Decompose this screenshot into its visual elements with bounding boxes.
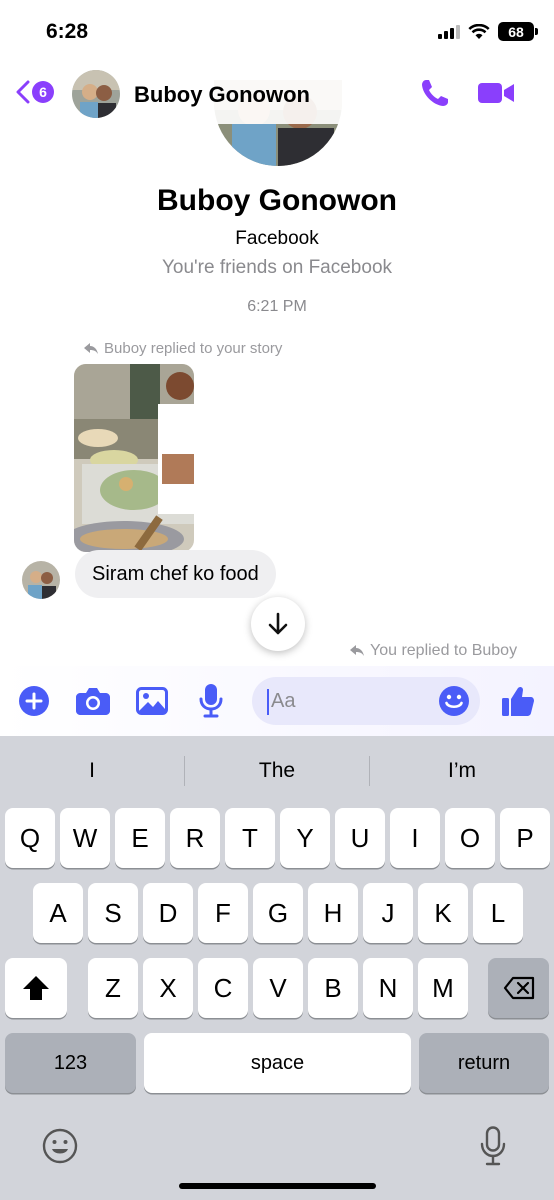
shift-icon — [23, 976, 49, 1000]
wifi-icon — [468, 23, 490, 39]
message-timestamp: 6:21 PM — [247, 298, 307, 315]
emoji-keyboard-icon[interactable] — [42, 1128, 78, 1164]
scroll-to-bottom-button[interactable] — [251, 597, 305, 651]
home-indicator[interactable] — [179, 1183, 376, 1189]
thumbs-up-icon — [502, 686, 534, 716]
plus-icon — [19, 686, 49, 716]
suggestion-2[interactable]: The — [185, 748, 369, 794]
key-k[interactable]: K — [418, 883, 468, 943]
key-x[interactable]: X — [143, 958, 193, 1018]
reply-icon — [350, 645, 364, 656]
key-a[interactable]: A — [33, 883, 83, 943]
story-thumbnail[interactable] — [74, 364, 194, 552]
voice-button[interactable] — [193, 683, 229, 719]
key-w[interactable]: W — [60, 808, 110, 868]
key-j[interactable]: J — [363, 883, 413, 943]
message-text: Siram chef ko food — [92, 562, 259, 585]
profile-name: Buboy Gonowon — [157, 184, 397, 217]
composer-bar: Aa — [0, 666, 554, 736]
backspace-icon — [503, 976, 534, 1000]
dictation-icon[interactable] — [480, 1126, 506, 1166]
header-actions — [420, 78, 514, 108]
keyboard: I The I’m Q W E R T Y U I O P A S D F G … — [0, 736, 554, 1200]
reply-note-outgoing: You replied to Buboy — [350, 642, 517, 660]
text-caret — [267, 689, 269, 715]
sender-avatar[interactable] — [22, 561, 60, 599]
key-y[interactable]: Y — [280, 808, 330, 868]
microphone-icon — [199, 684, 223, 718]
arrow-down-icon — [268, 612, 288, 635]
status-bar: 6:28 68 — [0, 0, 554, 62]
numbers-key[interactable]: 123 — [5, 1033, 136, 1093]
plus-button[interactable] — [16, 683, 52, 719]
reply-icon — [84, 342, 98, 354]
delete-key[interactable] — [488, 958, 549, 1018]
key-d[interactable]: D — [143, 883, 193, 943]
key-q[interactable]: Q — [5, 808, 55, 868]
status-icons: 68 — [438, 22, 538, 41]
suggestion-3[interactable]: I’m — [370, 748, 554, 794]
profile-relationship: You're friends on Facebook — [161, 257, 393, 278]
like-button[interactable] — [500, 683, 536, 719]
chevron-left-icon — [16, 80, 30, 104]
predictive-bar: I The I’m — [0, 748, 554, 794]
reply-note-outgoing-text: You replied to Buboy — [370, 642, 518, 659]
key-o[interactable]: O — [445, 808, 495, 868]
header-contact-name[interactable]: Buboy Gonowon — [134, 82, 310, 108]
key-e[interactable]: E — [115, 808, 165, 868]
message-input[interactable]: Aa — [252, 677, 480, 725]
header-avatar[interactable] — [72, 70, 120, 118]
key-h[interactable]: H — [308, 883, 358, 943]
key-p[interactable]: P — [500, 808, 550, 868]
conversation-header: 6 Buboy Gonowon — [0, 62, 554, 124]
reply-note-incoming: Buboy replied to your story — [84, 340, 282, 357]
key-i[interactable]: I — [390, 808, 440, 868]
space-key[interactable]: space — [144, 1033, 411, 1093]
key-b[interactable]: B — [308, 958, 358, 1018]
camera-button[interactable] — [75, 683, 111, 719]
message-bubble[interactable]: Siram chef ko food — [75, 550, 276, 598]
battery-icon: 68 — [498, 22, 538, 41]
reply-note-incoming-text: Buboy replied to your story — [104, 340, 283, 357]
back-button[interactable]: 6 — [16, 80, 54, 104]
suggestion-1[interactable]: I — [0, 748, 184, 794]
emoji-icon[interactable] — [438, 685, 470, 717]
profile-platform: Facebook — [235, 228, 319, 249]
key-n[interactable]: N — [363, 958, 413, 1018]
key-c[interactable]: C — [198, 958, 248, 1018]
key-g[interactable]: G — [253, 883, 303, 943]
key-u[interactable]: U — [335, 808, 385, 868]
key-f[interactable]: F — [198, 883, 248, 943]
video-call-icon[interactable] — [478, 81, 514, 105]
phone-icon[interactable] — [420, 78, 450, 108]
key-l[interactable]: L — [473, 883, 523, 943]
unread-count-badge: 6 — [32, 81, 54, 103]
message-input-placeholder: Aa — [271, 690, 296, 712]
return-key[interactable]: return — [419, 1033, 549, 1093]
key-z[interactable]: Z — [88, 958, 138, 1018]
shift-key[interactable] — [5, 958, 67, 1018]
camera-icon — [76, 688, 110, 715]
key-m[interactable]: M — [418, 958, 468, 1018]
key-r[interactable]: R — [170, 808, 220, 868]
cellular-signal-icon — [438, 24, 460, 39]
key-v[interactable]: V — [253, 958, 303, 1018]
gallery-button[interactable] — [134, 683, 170, 719]
status-time: 6:28 — [46, 20, 89, 43]
key-s[interactable]: S — [88, 883, 138, 943]
image-icon — [136, 687, 168, 715]
key-t[interactable]: T — [225, 808, 275, 868]
